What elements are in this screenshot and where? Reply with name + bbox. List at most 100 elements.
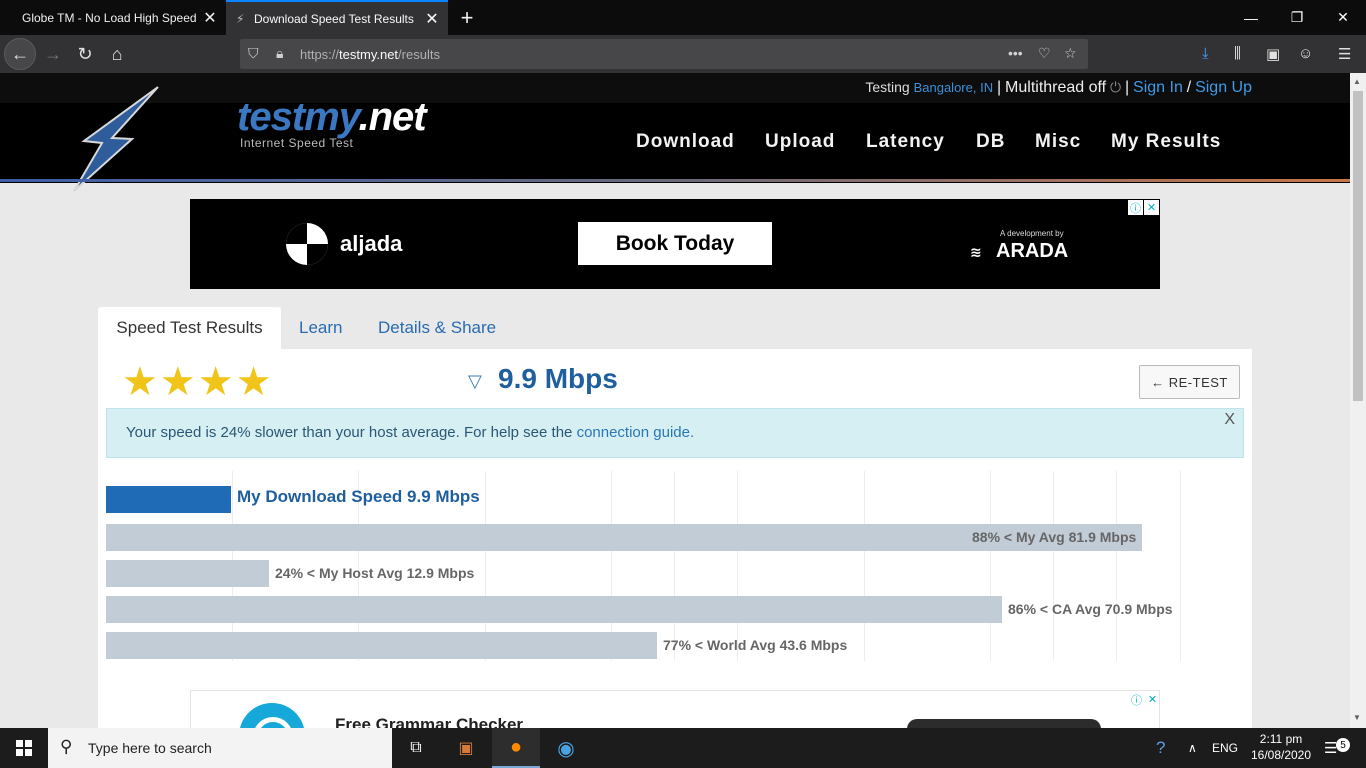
app-icon[interactable]: ▣: [442, 728, 490, 768]
taskbar-search[interactable]: ⚲ Type here to search: [48, 728, 392, 768]
more-actions-icon[interactable]: •••: [1008, 45, 1023, 61]
minimize-icon[interactable]: —: [1228, 0, 1274, 35]
close-icon[interactable]: ✕: [202, 8, 218, 28]
chart-bar-label: My Download Speed 9.9 Mbps: [237, 487, 480, 506]
site-logo[interactable]: testmy.net Internet Speed Test: [72, 83, 427, 193]
grammar-logo-icon: [239, 703, 305, 729]
adchoices-icon[interactable]: ⓘ: [1129, 692, 1144, 707]
forward-arrow-icon[interactable]: →: [38, 39, 68, 69]
tab-speed-test-results[interactable]: Speed Test Results: [98, 307, 281, 349]
sidebar-icon[interactable]: ▣: [1266, 45, 1280, 63]
multithread-status: Multithread off: [1005, 79, 1107, 96]
address-bar[interactable]: ⛉ 🔒︎ https://testmy.net/results ••• ♡ ☆: [240, 39, 1088, 69]
gridline: [990, 471, 991, 661]
logo-word: testmy: [237, 95, 359, 139]
lock-icon[interactable]: 🔒︎: [276, 45, 283, 62]
task-view-icon[interactable]: ⧉: [392, 728, 440, 768]
ad-dev-note: A development by: [1000, 229, 1064, 238]
results-card: ★★★★ ▽ 9.9 Mbps ← RE-TEST Your speed is …: [98, 349, 1252, 729]
scroll-thumb[interactable]: [1353, 91, 1363, 401]
new-tab-icon[interactable]: +: [452, 0, 482, 35]
site-header: testmy.net Internet Speed Test Download …: [0, 86, 1350, 192]
chart-bar-my-download: [106, 486, 231, 513]
tab-title: Download Speed Test Results: [254, 11, 414, 26]
adchoices-icon[interactable]: ⓘ: [1128, 200, 1143, 215]
bookmark-star-icon[interactable]: ☆: [1064, 45, 1077, 62]
alert-close-button[interactable]: X: [1224, 411, 1235, 429]
shield-icon[interactable]: ⛉: [248, 45, 259, 62]
page-scrollbar[interactable]: ▲ ▼: [1350, 73, 1366, 728]
speed-comparison-chart: My Download Speed 9.9 Mbps 88% < My Avg 8…: [106, 471, 1244, 671]
separator: |: [1124, 79, 1130, 96]
aljada-logo-icon: [286, 223, 328, 265]
alert-message: Your speed is 24% slower than your host …: [126, 424, 694, 441]
alert-text: Your speed is 24% slower than your host …: [126, 424, 577, 441]
firefox-icon[interactable]: ●: [492, 728, 540, 768]
lightning-bolt-icon: [73, 86, 159, 192]
nav-misc[interactable]: Misc: [1035, 131, 1081, 153]
download-triangle-icon: ▽: [468, 371, 482, 391]
url-scheme: https://: [300, 46, 340, 62]
ad-book-today-button[interactable]: Book Today: [578, 222, 772, 265]
chart-bar-label: 86% < CA Avg 70.9 Mbps: [1008, 601, 1173, 617]
browser-tab-globe[interactable]: Globe TM - No Load High Speed ✕: [0, 0, 226, 35]
chart-bar: [106, 596, 1002, 623]
tab-details-share[interactable]: Details & Share: [378, 307, 496, 349]
search-icon: ⚲: [60, 737, 73, 756]
sign-up-link[interactable]: Sign Up: [1195, 79, 1252, 96]
scroll-down-icon[interactable]: ▼: [1353, 713, 1361, 722]
lightning-icon: ⚡: [236, 11, 245, 26]
chart-bar-label: 77% < World Avg 43.6 Mbps: [663, 637, 848, 653]
ad-brand: aljada: [340, 231, 403, 256]
window-close-icon[interactable]: ✕: [1320, 0, 1366, 35]
pocket-icon[interactable]: ♡: [1038, 45, 1051, 62]
start-button[interactable]: [0, 728, 48, 768]
ad-banner-bottom[interactable]: Free Grammar Checker ⓘ ✕: [190, 690, 1160, 730]
tab-title: Globe TM - No Load High Speed: [22, 10, 197, 25]
reload-icon[interactable]: ↻: [70, 39, 100, 69]
gridline: [737, 471, 738, 661]
app-blue-icon[interactable]: ◉: [542, 728, 590, 768]
downloads-icon[interactable]: ⤓: [1202, 45, 1209, 62]
search-placeholder: Type here to search: [88, 740, 212, 756]
sign-in-link[interactable]: Sign In: [1133, 79, 1183, 96]
connection-guide-link[interactable]: connection guide.: [577, 424, 695, 441]
scroll-up-icon[interactable]: ▲: [1353, 77, 1361, 86]
chevron-up-icon[interactable]: ∧: [1188, 728, 1197, 768]
power-icon[interactable]: ⏻: [1110, 79, 1121, 95]
nav-db[interactable]: DB: [976, 131, 1005, 153]
url-host: testmy.net: [339, 46, 399, 62]
system-clock[interactable]: 2:11 pm 16/08/2020: [1246, 731, 1316, 763]
gridline: [864, 471, 865, 661]
test-location-link[interactable]: Bangalore, IN: [914, 80, 994, 95]
nav-my-results[interactable]: My Results: [1111, 131, 1221, 153]
chart-bar: [106, 632, 657, 659]
help-icon[interactable]: ?: [1156, 728, 1165, 768]
back-arrow-icon[interactable]: ←: [4, 38, 36, 70]
browser-tab-results[interactable]: ⚡ Download Speed Test Results ✕: [226, 0, 448, 35]
url-text[interactable]: https://testmy.net/results: [300, 47, 440, 62]
gridline: [674, 471, 675, 661]
separator: /: [1186, 79, 1192, 96]
home-icon[interactable]: ⌂: [102, 39, 132, 69]
chart-bar-label: 24% < My Host Avg 12.9 Mbps: [275, 565, 475, 581]
nav-download[interactable]: Download: [636, 131, 735, 153]
windows-taskbar: ⚲ Type here to search ⧉ ▣ ● ◉ ? ∧ ENG 2:…: [0, 728, 1366, 768]
ad-close-icon[interactable]: ✕: [1145, 692, 1159, 707]
chart-bar-label: 88% < My Avg 81.9 Mbps: [972, 529, 1137, 545]
close-icon[interactable]: ✕: [424, 9, 440, 29]
language-indicator[interactable]: ENG: [1212, 728, 1238, 768]
menu-icon[interactable]: ☰: [1338, 45, 1351, 63]
nav-upload[interactable]: Upload: [765, 131, 835, 153]
nav-latency[interactable]: Latency: [866, 131, 945, 153]
library-icon[interactable]: ⫼: [1234, 45, 1241, 62]
notification-icon[interactable]: ☰: [1324, 728, 1337, 768]
ad-close-icon[interactable]: ✕: [1144, 200, 1159, 215]
retest-button[interactable]: ← RE-TEST: [1139, 365, 1240, 399]
notification-count: 5: [1336, 738, 1350, 752]
ad-banner-top[interactable]: aljada Book Today A development by ≋ ARA…: [190, 199, 1160, 289]
tab-learn[interactable]: Learn: [299, 307, 342, 349]
restore-icon[interactable]: ❐: [1274, 0, 1320, 35]
logo-tagline: Internet Speed Test: [240, 136, 354, 150]
account-icon[interactable]: ☺: [1298, 45, 1313, 62]
